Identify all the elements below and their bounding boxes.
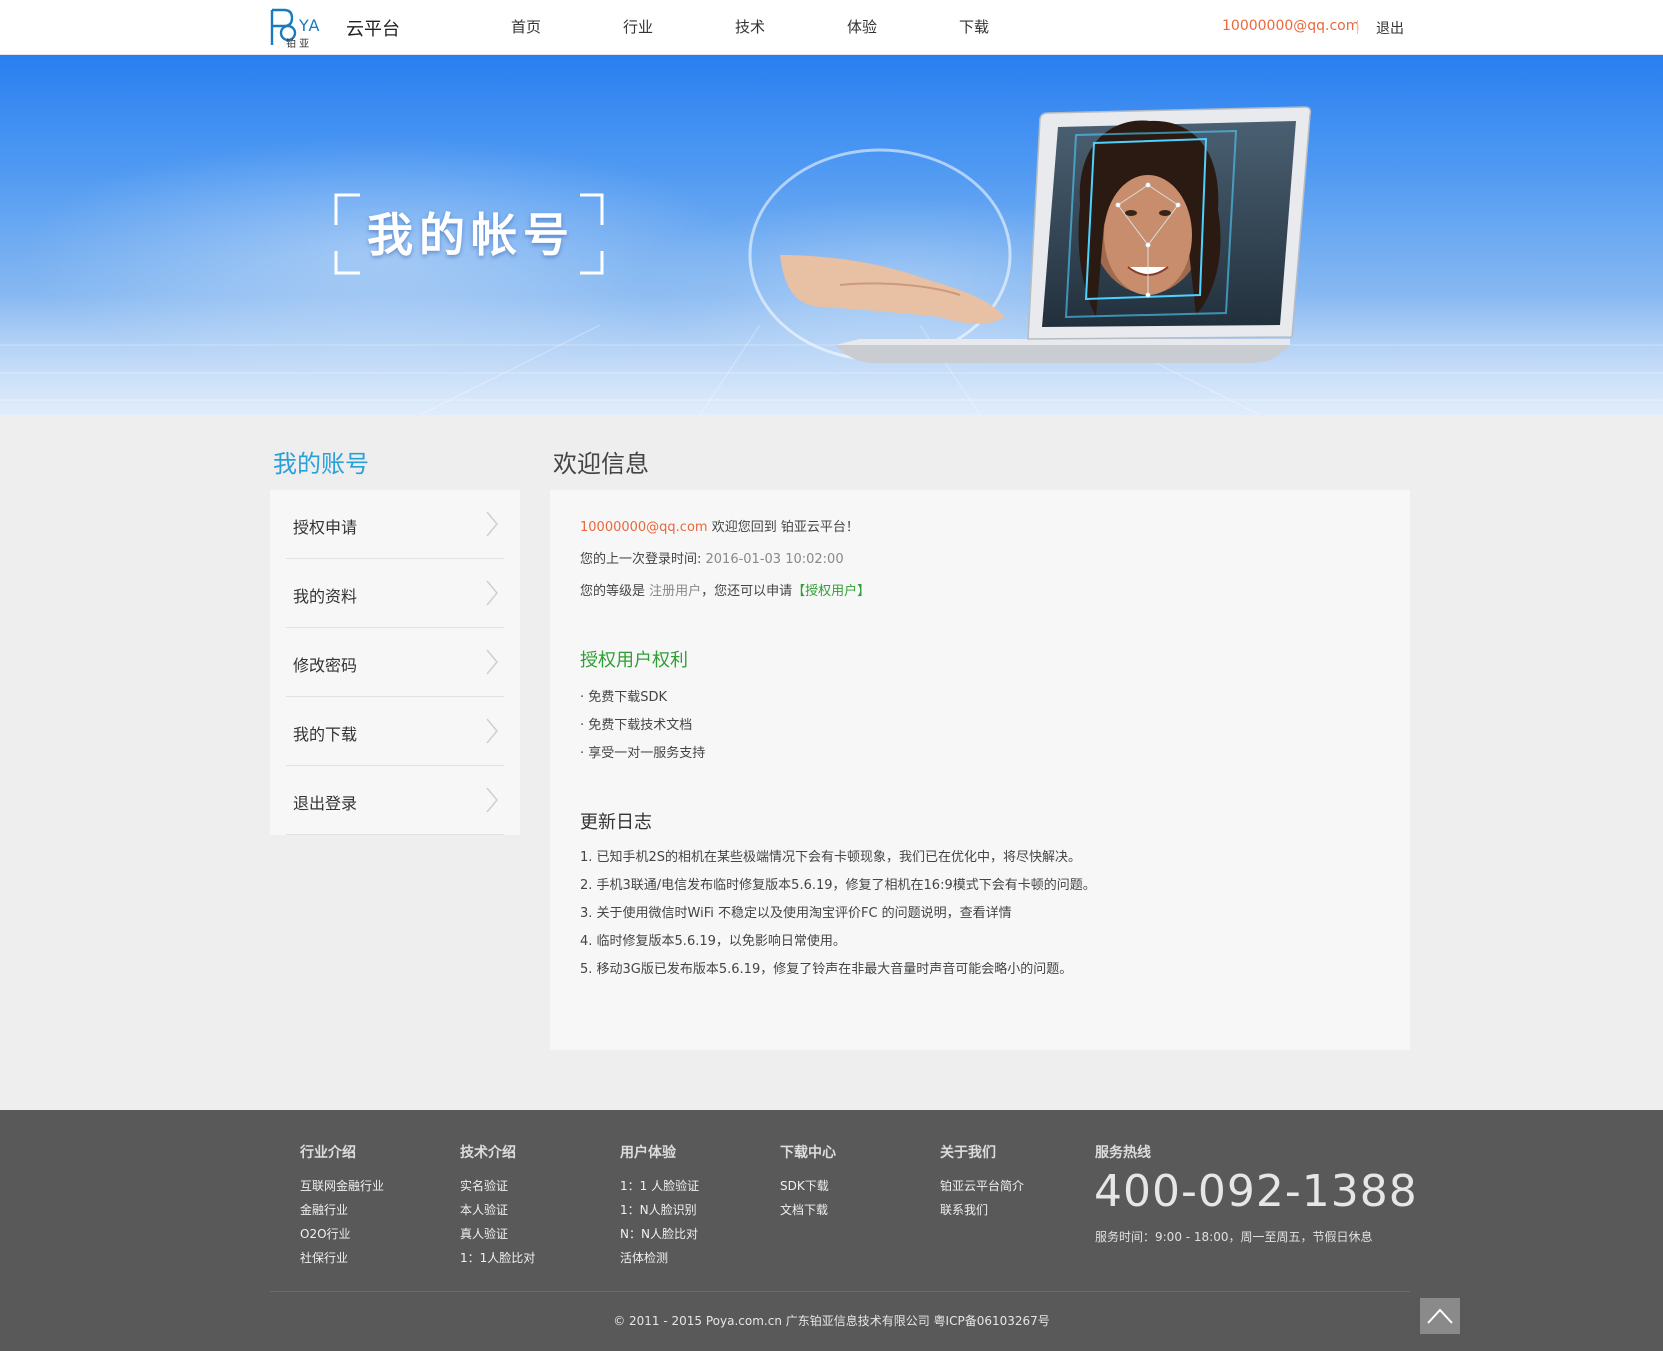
back-to-top-button[interactable] <box>1420 1298 1460 1334</box>
changelog-title: 更新日志 <box>580 812 652 833</box>
sidebar-item-downloads[interactable]: 我的下载 <box>286 697 504 766</box>
footer-link[interactable]: 互联网金融行业 <box>300 1174 384 1198</box>
footer-col-title: 下载中心 <box>780 1145 836 1161</box>
footer-link[interactable]: 活体检测 <box>620 1246 699 1270</box>
sidebar-title: 我的账号 <box>273 450 369 478</box>
footer-col-title: 关于我们 <box>940 1145 996 1161</box>
footer-col-title: 行业介绍 <box>300 1145 356 1161</box>
footer-col-title: 用户体验 <box>620 1145 676 1161</box>
account-sidebar: 授权申请 我的资料 修改密码 我的下载 退出登录 <box>270 490 520 835</box>
banner-title: 我的帐号 <box>367 208 575 262</box>
chevron-right-icon <box>486 787 498 813</box>
footer-link[interactable]: 实名验证 <box>460 1174 535 1198</box>
rights-item: · 享受一对一服务支持 <box>580 746 706 761</box>
rights-item: · 免费下载SDK <box>580 690 668 705</box>
sidebar-item-profile[interactable]: 我的资料 <box>286 559 504 628</box>
nav-industry[interactable]: 行业 <box>582 0 694 55</box>
footer-col-technology: 技术介绍 实名验证 本人验证 真人验证 1：1人脸比对 <box>460 1142 535 1270</box>
nav-technology[interactable]: 技术 <box>694 0 806 55</box>
main-title: 欢迎信息 <box>553 450 649 478</box>
welcome-panel: 10000000@qq.com 欢迎您回到 铂亚云平台！ 您的上一次登录时间: … <box>550 490 1410 1050</box>
user-level-line: 您的等级是 注册用户，您还可以申请【授权用户】 <box>580 580 870 599</box>
footer-link[interactable]: 铂亚云平台简介 <box>940 1174 1024 1198</box>
changelog-item[interactable]: 3. 关于使用微信时WiFi 不稳定以及使用淘宝评价FC 的问题说明，查看详情 <box>580 902 1012 921</box>
footer-link[interactable]: 1：1 人脸验证 <box>620 1174 699 1198</box>
logout-link[interactable]: 退出 <box>1376 18 1404 38</box>
sidebar-item-label: 我的资料 <box>293 587 358 606</box>
footer-link[interactable]: N：N人脸比对 <box>620 1222 699 1246</box>
last-login-value: 2016-01-03 10:02:00 <box>705 552 844 567</box>
poya-logo[interactable]: YA 铂 亚 <box>268 7 334 49</box>
hero-banner: 我的帐号 <box>0 55 1663 415</box>
nav-home[interactable]: 首页 <box>470 0 582 55</box>
footer-link[interactable]: 社保行业 <box>300 1246 384 1270</box>
level-label: 您的等级是 <box>580 584 650 599</box>
footer-link[interactable]: 真人验证 <box>460 1222 535 1246</box>
footer-col-industry: 行业介绍 互联网金融行业 金融行业 O2O行业 社保行业 <box>300 1142 384 1270</box>
last-login-label: 您的上一次登录时间: <box>580 552 706 567</box>
copyright: © 2011 - 2015 Poya.com.cn 广东铂亚信息技术有限公司 粤… <box>613 1314 1050 1328</box>
sidebar-item-authorization[interactable]: 授权申请 <box>286 490 504 559</box>
level-value: 注册用户 <box>649 584 702 599</box>
service-hours: 服务时间：9:00 - 18:00，周一至周五，节假日休息 <box>1095 1230 1373 1244</box>
sidebar-item-label: 我的下载 <box>293 725 358 744</box>
welcome-line: 10000000@qq.com 欢迎您回到 铂亚云平台！ <box>580 516 859 535</box>
chevron-right-icon <box>486 511 498 537</box>
chevron-up-icon <box>1427 1308 1453 1324</box>
banner-illustration <box>0 106 1663 415</box>
sidebar-item-label: 授权申请 <box>293 518 358 537</box>
chevron-right-icon <box>486 649 498 675</box>
sidebar-item-change-password[interactable]: 修改密码 <box>286 628 504 697</box>
nav-download[interactable]: 下载 <box>918 0 1030 55</box>
footer-link[interactable]: 本人验证 <box>460 1198 535 1222</box>
user-email-link[interactable]: 10000000@qq.com <box>1222 18 1359 34</box>
sidebar-item-logout[interactable]: 退出登录 <box>286 766 504 835</box>
site-footer: 行业介绍 互联网金融行业 金融行业 O2O行业 社保行业 技术介绍 实名验证 本… <box>0 1110 1663 1351</box>
footer-link[interactable]: 金融行业 <box>300 1198 384 1222</box>
changelog-item: 2. 手机3联通/电信发布临时修复版本5.6.19，修复了相机在16:9模式下会… <box>580 878 1096 893</box>
footer-link[interactable]: SDK下载 <box>780 1174 836 1198</box>
changelog-item: 5. 移动3G版已发布版本5.6.19，修复了铃声在非最大音量时声音可能会略小的… <box>580 962 1073 977</box>
footer-col-downloads: 下载中心 SDK下载 文档下载 <box>780 1142 836 1222</box>
site-header: YA 铂 亚 云平台 首页 行业 技术 体验 下载 10000000@qq.co… <box>0 0 1663 55</box>
footer-link[interactable]: 1：1人脸比对 <box>460 1246 535 1270</box>
footer-divider <box>270 1291 1410 1292</box>
hotline-number: 400-092-1388 <box>1094 1166 1418 1217</box>
sidebar-item-label: 修改密码 <box>293 656 358 675</box>
apply-authorized-link[interactable]: 【授权用户】 <box>792 584 870 599</box>
level-mid: ，您还可以申请 <box>701 584 793 599</box>
header-divider <box>1357 20 1358 34</box>
footer-col-title: 技术介绍 <box>460 1145 516 1161</box>
changelog-item: 4. 临时修复版本5.6.19，以免影响日常使用。 <box>580 934 846 949</box>
footer-link[interactable]: 1：N人脸识别 <box>620 1198 699 1222</box>
footer-link[interactable]: 联系我们 <box>940 1198 1024 1222</box>
chevron-right-icon <box>486 718 498 744</box>
nav-experience[interactable]: 体验 <box>806 0 918 55</box>
sidebar-item-label: 退出登录 <box>293 794 358 813</box>
rights-item: · 免费下载技术文档 <box>580 718 693 733</box>
welcome-text: 欢迎您回到 铂亚云平台！ <box>707 520 859 535</box>
svg-text:YA: YA <box>298 16 320 35</box>
platform-name: 云平台 <box>346 19 400 40</box>
footer-link[interactable]: 文档下载 <box>780 1198 836 1222</box>
hotline-title: 服务热线 <box>1095 1145 1151 1161</box>
rights-title: 授权用户权利 <box>580 650 688 671</box>
chevron-right-icon <box>486 580 498 606</box>
last-login-line: 您的上一次登录时间: 2016-01-03 10:02:00 <box>580 548 844 567</box>
svg-text:铂 亚: 铂 亚 <box>286 37 309 49</box>
changelog-item: 1. 已知手机2S的相机在某些极端情况下会有卡顿现象，我们已在优化中，将尽快解决… <box>580 850 1082 865</box>
footer-link[interactable]: O2O行业 <box>300 1222 384 1246</box>
footer-col-experience: 用户体验 1：1 人脸验证 1：N人脸识别 N：N人脸比对 活体检测 <box>620 1142 699 1270</box>
footer-col-about: 关于我们 铂亚云平台简介 联系我们 <box>940 1142 1024 1222</box>
main-nav: 首页 行业 技术 体验 下载 <box>470 0 1030 55</box>
welcome-email: 10000000@qq.com <box>580 520 708 535</box>
